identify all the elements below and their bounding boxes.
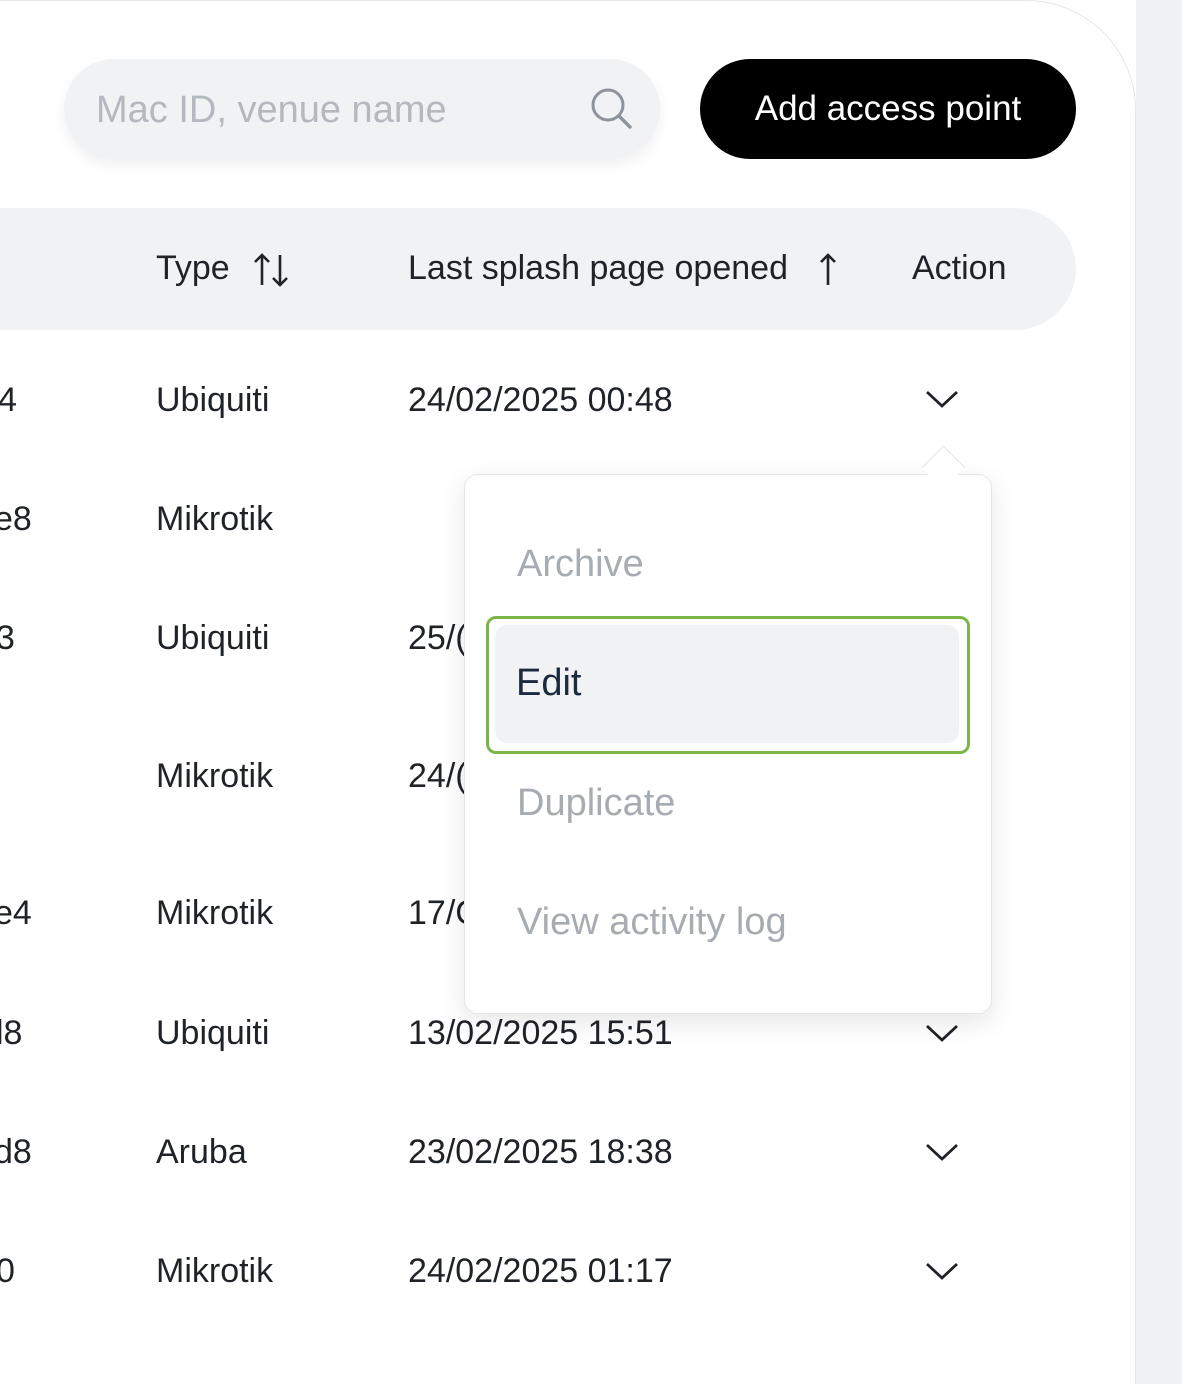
search-icon[interactable] [586,83,638,135]
last-splash-cell: 24/( [408,757,467,795]
menu-item-duplicate[interactable]: Duplicate [517,782,675,825]
last-splash-cell: 13/02/2025 15:51 [408,1014,673,1052]
menu-item-edit[interactable]: Edit [516,662,581,705]
chevron-down-icon[interactable] [924,1140,960,1164]
type-cell: Mikrotik [156,500,274,538]
last-splash-cell: 25/( [408,619,467,657]
type-cell: Aruba [156,1133,247,1171]
mac-id-cell: e4 [0,894,32,932]
type-cell: Ubiquiti [156,619,270,657]
type-cell: Mikrotik [156,1252,274,1290]
type-cell: Ubiquiti [156,381,270,419]
mac-id-cell: 4 [0,381,17,420]
chevron-down-icon[interactable] [924,387,960,411]
mac-id-cell: e8 [0,500,32,538]
column-header-last-splash[interactable]: Last splash page opened [408,249,788,288]
type-cell: Ubiquiti [156,1014,270,1052]
search-input[interactable] [94,83,578,137]
sort-ascending-icon[interactable] [816,251,840,294]
last-splash-cell: 24/02/2025 01:17 [408,1252,673,1290]
chevron-down-icon[interactable] [924,1021,960,1045]
last-splash-cell: 23/02/2025 18:38 [408,1133,673,1171]
chevron-down-icon[interactable] [924,1259,960,1283]
menu-item-view-activity-log[interactable]: View activity log [517,901,787,944]
type-cell: Mikrotik [156,894,274,932]
mac-id-cell: l8 [0,1014,23,1052]
mac-id-cell: d8 [0,1133,32,1171]
last-splash-cell: 24/02/2025 00:48 [408,381,673,419]
add-access-point-button[interactable]: Add access point [700,59,1076,159]
mac-id-cell: 0 [0,1252,15,1291]
menu-item-archive[interactable]: Archive [517,543,644,586]
search-bar[interactable] [64,59,660,159]
sort-both-icon[interactable] [252,251,290,294]
column-header-action: Action [912,249,1007,287]
column-header-type[interactable]: Type [156,249,230,288]
type-cell: Mikrotik [156,757,274,795]
mac-id-cell: 3 [0,619,15,658]
right-scroll-strip [1136,0,1182,1384]
